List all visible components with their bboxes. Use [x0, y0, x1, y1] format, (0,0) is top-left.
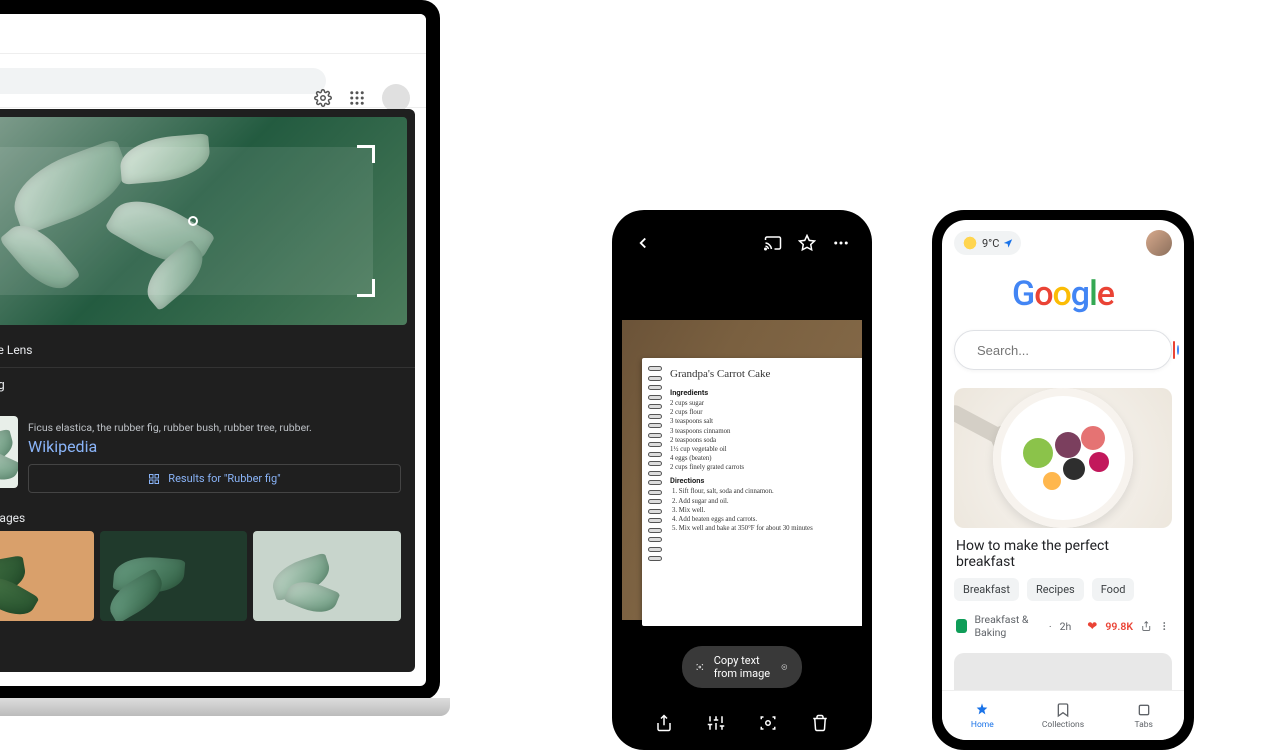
copy-text-pill[interactable]: Copy text from image — [682, 646, 802, 688]
ingredients-heading: Ingredients — [670, 388, 852, 397]
direction-line: 5. Mix well and bake at 350°F for about … — [670, 524, 852, 533]
camera-lens-icon[interactable] — [1173, 341, 1175, 359]
card-time: 2h — [1060, 620, 1072, 633]
nav-collections-label: Collections — [1042, 720, 1084, 730]
heart-icon[interactable]: ❤ — [1087, 619, 1097, 633]
lens-image-viewport[interactable] — [0, 117, 407, 325]
ingredient-line: 4 eggs (beaten) — [670, 454, 852, 463]
ingredient-line: 2 cups flour — [670, 408, 852, 417]
phone-photos-device: Grandpa's Carrot Cake Ingredients 2 cups… — [612, 210, 872, 750]
similar-image-tile[interactable] — [0, 531, 94, 621]
nav-home[interactable]: Home — [942, 691, 1023, 740]
result-description: Ficus elastica, the rubber fig, rubber b… — [28, 421, 312, 434]
phone-google-screen: 9°C Google — [942, 220, 1184, 740]
cast-icon[interactable] — [764, 234, 782, 252]
likes-count: 99.8K — [1105, 620, 1133, 633]
ingredient-line: 2 cups finely grated carrots — [670, 463, 852, 472]
browser-tab-bar — [0, 14, 426, 54]
direction-line: 1. Sift flour, salt, soda and cinnamon. — [670, 487, 852, 496]
more-icon[interactable] — [832, 234, 850, 252]
nav-home-label: Home — [971, 720, 994, 730]
google-lens-panel: Google Lens Rubber fig Plant Ficus elast… — [0, 109, 415, 672]
nav-tabs[interactable]: Tabs — [1103, 691, 1184, 740]
topic-chip[interactable]: Food — [1092, 578, 1135, 601]
account-avatar[interactable] — [382, 84, 410, 112]
lens-crop-selection[interactable] — [0, 147, 373, 295]
card-image — [954, 388, 1172, 528]
search-results-icon — [148, 473, 160, 485]
source-favicon — [956, 619, 967, 633]
topic-chip[interactable]: Breakfast — [954, 578, 1019, 601]
ingredient-line: 3 teaspoons salt — [670, 417, 852, 426]
bottom-nav: Home Collections Tabs — [942, 690, 1184, 740]
lens-result-subtitle: Plant — [0, 395, 415, 416]
laptop-screen: Google Lens Rubber fig Plant Ficus elast… — [0, 14, 426, 686]
weather-sun-icon — [962, 235, 978, 251]
star-icon[interactable] — [798, 234, 816, 252]
card-source: Breakfast & Baking — [975, 613, 1041, 639]
topic-chip[interactable]: Recipes — [1027, 578, 1084, 601]
search-bar[interactable] — [954, 330, 1172, 370]
copy-text-label: Copy text from image — [714, 654, 772, 680]
lens-result-title: Rubber fig — [0, 368, 415, 395]
discover-card[interactable]: How to make the perfect breakfast Breakf… — [954, 388, 1172, 639]
results-button[interactable]: Results for "Rubber fig" — [28, 464, 401, 493]
edit-sliders-icon[interactable] — [707, 714, 725, 732]
weather-pill[interactable]: 9°C — [954, 231, 1021, 255]
location-arrow-icon — [1003, 238, 1013, 248]
similar-image-tile[interactable] — [253, 531, 401, 621]
card-title: How to make the perfect breakfast — [954, 528, 1172, 578]
nav-tabs-label: Tabs — [1134, 720, 1152, 730]
result-thumbnail[interactable] — [0, 416, 18, 488]
share-icon[interactable] — [655, 714, 673, 732]
laptop-base — [0, 698, 450, 716]
phone-photos-screen: Grandpa's Carrot Cake Ingredients 2 cups… — [622, 220, 862, 740]
ingredient-line: 1½ cup vegetable oil — [670, 445, 852, 454]
apps-grid-icon[interactable] — [348, 89, 366, 107]
phone-google-device: 9°C Google — [932, 210, 1194, 750]
card-overflow-icon[interactable] — [1159, 619, 1170, 633]
similar-images-heading: Similar images — [0, 505, 415, 531]
search-input[interactable] — [977, 343, 1153, 358]
direction-line: 2. Add sugar and oil. — [670, 497, 852, 506]
temperature-label: 9°C — [982, 237, 999, 250]
ingredient-line: 2 teaspoons soda — [670, 436, 852, 445]
direction-line: 4. Add beaten eggs and carrots. — [670, 515, 852, 524]
close-pill-icon[interactable] — [781, 661, 788, 673]
ingredient-line: 2 cups sugar — [670, 399, 852, 408]
lens-scan-icon — [696, 660, 704, 674]
notebook-spiral — [648, 366, 664, 618]
wikipedia-link[interactable]: Wikipedia — [28, 437, 401, 456]
lens-icon[interactable] — [759, 714, 777, 732]
settings-gear-icon[interactable] — [314, 89, 332, 107]
google-logo: Google — [942, 260, 1184, 330]
back-icon[interactable] — [634, 234, 652, 252]
direction-line: 3. Mix well. — [670, 506, 852, 515]
lens-brand-row: Google Lens — [0, 333, 415, 368]
trash-icon[interactable] — [811, 714, 829, 732]
photo-viewport[interactable]: Grandpa's Carrot Cake Ingredients 2 cups… — [622, 320, 862, 620]
recipe-title: Grandpa's Carrot Cake — [670, 368, 852, 380]
ingredient-line: 3 teaspoons cinnamon — [670, 427, 852, 436]
results-button-label: Results for "Rubber fig" — [168, 472, 280, 485]
nav-collections[interactable]: Collections — [1023, 691, 1104, 740]
omnibox[interactable] — [0, 68, 326, 94]
share-card-icon[interactable] — [1141, 619, 1152, 633]
lens-brand-label: Google Lens — [0, 343, 33, 357]
similar-image-tile[interactable] — [100, 531, 248, 621]
directions-heading: Directions — [670, 476, 852, 485]
recipe-notebook: Grandpa's Carrot Cake Ingredients 2 cups… — [642, 358, 862, 626]
laptop-device: Google Lens Rubber fig Plant Ficus elast… — [0, 0, 440, 700]
user-avatar[interactable] — [1146, 230, 1172, 256]
